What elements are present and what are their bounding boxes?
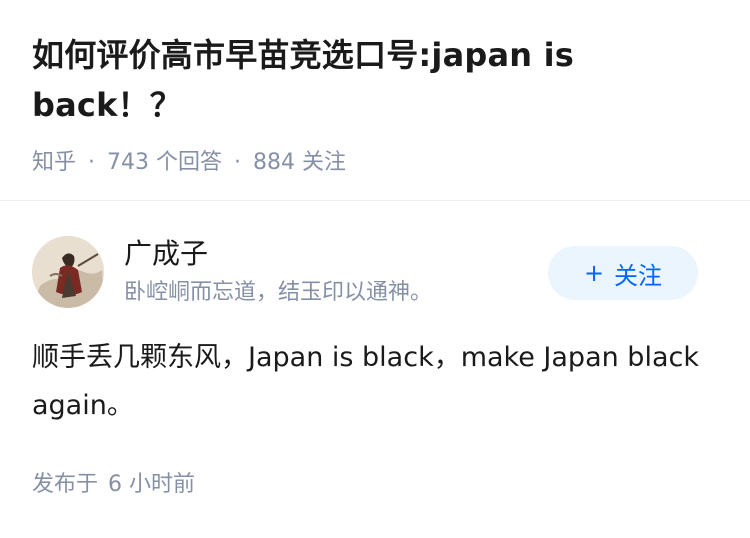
answers-count: 743 — [107, 150, 150, 175]
question-meta: 知乎 · 743 个回答 · 884 关注 — [32, 148, 632, 178]
question-title[interactable]: 如何评价高市早苗竞选口号:japan is back！？ — [32, 30, 632, 130]
meta-separator: · — [234, 150, 242, 175]
published-time: 6 小时前 — [108, 472, 196, 497]
followers-count: 884 — [253, 150, 296, 175]
answer-card: 广成子 卧崆峒而忘道，结玉印以通神。 + 关注 顺手丢几颗东风，Japan is… — [32, 236, 722, 430]
published-label: 发布于 — [32, 472, 99, 497]
author-row: 广成子 卧崆峒而忘道，结玉印以通神。 + 关注 — [32, 236, 722, 308]
avatar-image — [32, 236, 104, 308]
follow-button-label: 关注 — [614, 261, 663, 290]
answers-label: 个回答 — [156, 150, 223, 175]
publish-time: 发布于 6 小时前 — [32, 470, 195, 500]
source-label[interactable]: 知乎 — [32, 150, 76, 175]
meta-separator: · — [88, 150, 96, 175]
followers-label: 关注 — [302, 150, 347, 175]
author-bio: 卧崆峒而忘道，结玉印以通神。 — [124, 280, 433, 305]
follow-button[interactable]: + 关注 — [548, 246, 698, 300]
avatar[interactable] — [32, 236, 104, 308]
plus-icon: + — [583, 259, 605, 287]
answer-content[interactable]: 顺手丢几颗东风，Japan is black，make Japan black … — [32, 334, 722, 430]
question-header: 如何评价高市早苗竞选口号:japan is back！？ 知乎 · 743 个回答 ·… — [32, 30, 632, 178]
author-name[interactable]: 广成子 — [124, 236, 208, 272]
section-divider — [0, 200, 750, 201]
